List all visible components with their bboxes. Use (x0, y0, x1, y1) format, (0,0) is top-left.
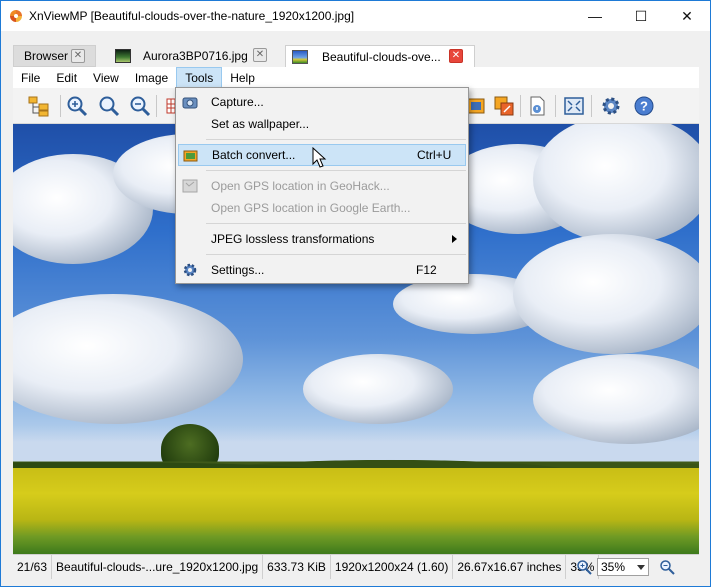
zoom-in-icon[interactable] (576, 559, 592, 575)
status-filesize: 633.73 KiB (263, 554, 331, 579)
menu-image[interactable]: Image (127, 67, 176, 88)
cloud-shape (303, 354, 453, 424)
cloud-shape (513, 234, 699, 354)
menu-item-label: Open GPS location in GeoHack... (211, 179, 390, 193)
menu-tools[interactable]: Tools (176, 67, 223, 88)
status-index: 21/63 (13, 554, 53, 579)
image-thumbnail-icon (292, 50, 308, 64)
zoom-select[interactable]: 35% (597, 558, 649, 576)
batch-convert-icon (183, 150, 198, 162)
xnview-logo-icon (9, 9, 23, 23)
tools-menu-dropdown: Capture... Set as wallpaper... Batch con… (175, 87, 469, 284)
tab-close-icon[interactable]: ✕ (449, 49, 463, 63)
menu-item-label: JPEG lossless transformations (211, 232, 375, 246)
resize-icon[interactable] (492, 94, 516, 118)
menu-edit[interactable]: Edit (48, 67, 85, 88)
svg-text:?: ? (640, 99, 648, 114)
tab-close-icon[interactable]: ✕ (253, 48, 267, 62)
map-icon (182, 179, 198, 193)
tab-bar: Browser ✕ Aurora3BP0716.jpg ✕ Beautiful-… (13, 45, 699, 68)
close-window-button[interactable]: ✕ (664, 1, 710, 31)
zoom-out-icon[interactable] (659, 559, 675, 575)
gear-icon[interactable] (599, 94, 623, 118)
tab-label: Browser (24, 49, 69, 63)
menu-item-gps-geohack: Open GPS location in GeoHack... (178, 175, 466, 197)
menu-item-label: Open GPS location in Google Earth... (211, 201, 411, 215)
menu-help[interactable]: Help (222, 67, 263, 88)
status-dimensions: 1920x1200x24 (1.60) (331, 554, 454, 579)
zoom-in-icon[interactable] (65, 94, 89, 118)
camera-icon (182, 97, 198, 109)
menu-item-label: Batch convert... (212, 148, 296, 162)
zoom-out-icon[interactable] (128, 94, 152, 118)
menu-view[interactable]: View (85, 67, 127, 88)
cloud-shape (13, 294, 243, 424)
help-icon[interactable]: ? (632, 94, 656, 118)
submenu-arrow-icon (452, 235, 457, 243)
gear-icon (183, 263, 197, 277)
menu-item-shortcut: F12 (416, 263, 437, 277)
tab-browser[interactable]: Browser ✕ (13, 45, 96, 67)
tab-aurora[interactable]: Aurora3BP0716.jpg ✕ (105, 45, 275, 67)
window-title: XnViewMP [Beautiful-clouds-over-the-natu… (29, 9, 355, 23)
tab-beautiful-clouds[interactable]: Beautiful-clouds-ove... ✕ (285, 45, 475, 68)
menu-item-label: Settings... (211, 263, 265, 277)
field-shape (13, 468, 699, 554)
menu-item-shortcut: Ctrl+U (417, 148, 452, 162)
menu-item-capture[interactable]: Capture... (178, 91, 466, 113)
window-controls: — ☐ ✕ (572, 1, 710, 31)
zoom-select-value: 35% (601, 560, 626, 574)
status-bar: 21/63 Beautiful-clouds-...ure_1920x1200.… (13, 554, 699, 579)
maximize-button[interactable]: ☐ (618, 1, 664, 31)
menu-item-set-wallpaper[interactable]: Set as wallpaper... (178, 113, 466, 135)
tab-label: Beautiful-clouds-ove... (322, 50, 441, 64)
menu-item-label: Set as wallpaper... (211, 117, 310, 131)
folder-tree-icon[interactable] (27, 94, 51, 118)
menu-item-gps-google-earth: Open GPS location in Google Earth... (178, 197, 466, 219)
file-properties-icon[interactable] (525, 94, 549, 118)
menu-item-settings[interactable]: Settings... F12 (178, 259, 466, 281)
menu-file[interactable]: File (13, 67, 48, 88)
status-filename: Beautiful-clouds-...ure_1920x1200.jpg (52, 554, 264, 579)
menu-item-jpeg-lossless[interactable]: JPEG lossless transformations (178, 228, 466, 250)
minimize-button[interactable]: — (572, 1, 618, 31)
menu-bar: File Edit View Image Tools Help (13, 67, 699, 88)
tab-close-icon[interactable]: ✕ (71, 49, 85, 63)
tab-label: Aurora3BP0716.jpg (143, 49, 248, 63)
cloud-shape (533, 354, 699, 444)
status-print-size: 26.67x16.67 inches (453, 554, 567, 579)
zoom-actual-size-icon[interactable] (97, 94, 121, 118)
image-thumbnail-icon (115, 49, 131, 63)
fullscreen-icon[interactable] (562, 94, 586, 118)
chevron-down-icon (637, 565, 645, 570)
menu-item-label: Capture... (211, 95, 264, 109)
title-bar: XnViewMP [Beautiful-clouds-over-the-natu… (1, 1, 710, 31)
mouse-cursor-icon (312, 147, 327, 168)
app-window: XnViewMP [Beautiful-clouds-over-the-natu… (0, 0, 711, 587)
